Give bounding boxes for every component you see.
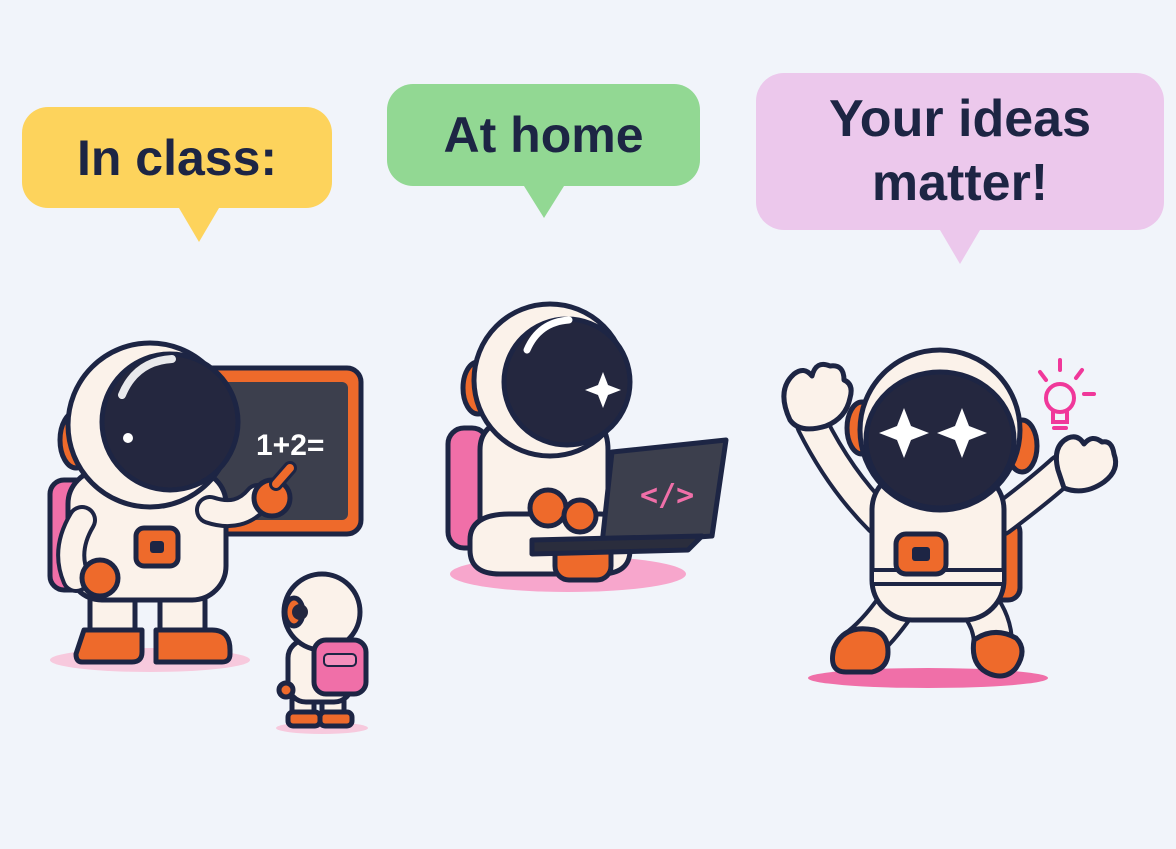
- chalkboard-equation: 1+2=: [256, 429, 324, 462]
- laptop-astronaut: </>: [445, 301, 729, 592]
- laptop-code-symbol: </>: [640, 478, 694, 513]
- child-astronaut: [276, 571, 369, 734]
- lightbulb-icon: [1038, 358, 1096, 430]
- illustration-stage: In class: At home Your ideas matter! .ol…: [0, 0, 1176, 849]
- astronaut-scene: .ol { stroke: #1d2544; stroke-width: 5; …: [47, 301, 1119, 734]
- cheering-astronaut: [781, 347, 1119, 688]
